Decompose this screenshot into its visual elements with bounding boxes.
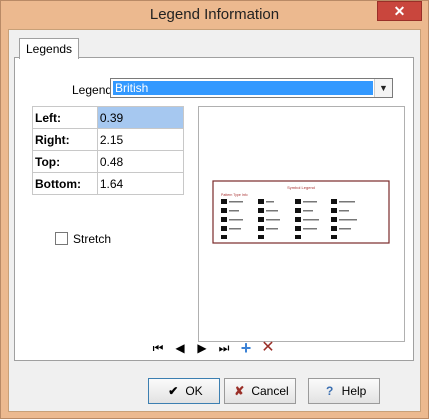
first-record-icon[interactable]: ⏮ bbox=[150, 338, 166, 358]
ok-label: OK bbox=[185, 384, 203, 398]
window-title: Legend Information bbox=[149, 6, 280, 23]
chevron-down-icon[interactable]: ▼ bbox=[374, 79, 392, 97]
stretch-checkbox[interactable]: Stretch bbox=[55, 232, 111, 246]
checkbox-box[interactable] bbox=[55, 232, 68, 245]
left-value[interactable]: 0.39 bbox=[96, 106, 185, 129]
next-record-icon[interactable]: ▶ bbox=[194, 338, 210, 358]
cancel-label: Cancel bbox=[251, 384, 289, 398]
preview-subtitle: Pattern Type Info bbox=[221, 193, 248, 197]
preview-title: Symbol Legend bbox=[287, 185, 315, 190]
table-row: Bottom: 1.64 bbox=[32, 172, 185, 195]
table-row: Right: 2.15 bbox=[32, 128, 185, 151]
close-button[interactable]: ✕ bbox=[377, 1, 422, 21]
bottom-value[interactable]: 1.64 bbox=[96, 172, 185, 195]
help-label: Help bbox=[341, 384, 367, 398]
tab-legends[interactable]: Legends bbox=[19, 38, 80, 59]
ok-button[interactable]: ✔ OK bbox=[148, 378, 220, 404]
legend-label: Legend: bbox=[72, 83, 116, 97]
bottom-label: Bottom: bbox=[32, 172, 98, 195]
stretch-label: Stretch bbox=[73, 232, 112, 246]
margins-grid: Left: 0.39 Right: 2.15 Top: 0.48 Bottom:… bbox=[32, 106, 185, 195]
top-label: Top: bbox=[32, 150, 98, 173]
last-record-icon[interactable]: ⏭ bbox=[216, 338, 232, 358]
cancel-icon: ✘ bbox=[234, 384, 245, 398]
cancel-button[interactable]: ✘ Cancel bbox=[224, 378, 296, 404]
preview-page: Symbol Legend Pattern Type Info bbox=[212, 180, 390, 244]
help-button[interactable]: ? Help bbox=[308, 378, 380, 404]
legend-select-value: British bbox=[113, 81, 373, 95]
table-row: Top: 0.48 bbox=[32, 150, 185, 173]
dialog-body: Legends Legend: British ▼ Left: 0.39 Rig… bbox=[8, 29, 421, 412]
close-icon: ✕ bbox=[393, 3, 406, 19]
dialog-buttons: ✔ OK ✘ Cancel ? Help bbox=[9, 366, 420, 411]
legend-information-dialog: Legend Information ✕ Legends Legend: Bri… bbox=[0, 0, 429, 419]
table-row: Left: 0.39 bbox=[32, 106, 185, 129]
right-value[interactable]: 2.15 bbox=[96, 128, 185, 151]
add-icon[interactable]: + bbox=[238, 338, 254, 358]
legend-select[interactable]: British ▼ bbox=[110, 78, 393, 98]
checkmark-icon: ✔ bbox=[168, 384, 179, 398]
delete-icon[interactable]: ✕ bbox=[260, 338, 276, 358]
top-value[interactable]: 0.48 bbox=[96, 150, 185, 173]
left-label: Left: bbox=[32, 106, 98, 129]
legends-tab-panel: Legend: British ▼ Left: 0.39 Right: 2.15… bbox=[14, 57, 414, 361]
right-label: Right: bbox=[32, 128, 98, 151]
previous-record-icon[interactable]: ◀ bbox=[172, 338, 188, 358]
help-icon: ? bbox=[325, 384, 334, 398]
legend-preview: Symbol Legend Pattern Type Info bbox=[198, 106, 405, 342]
